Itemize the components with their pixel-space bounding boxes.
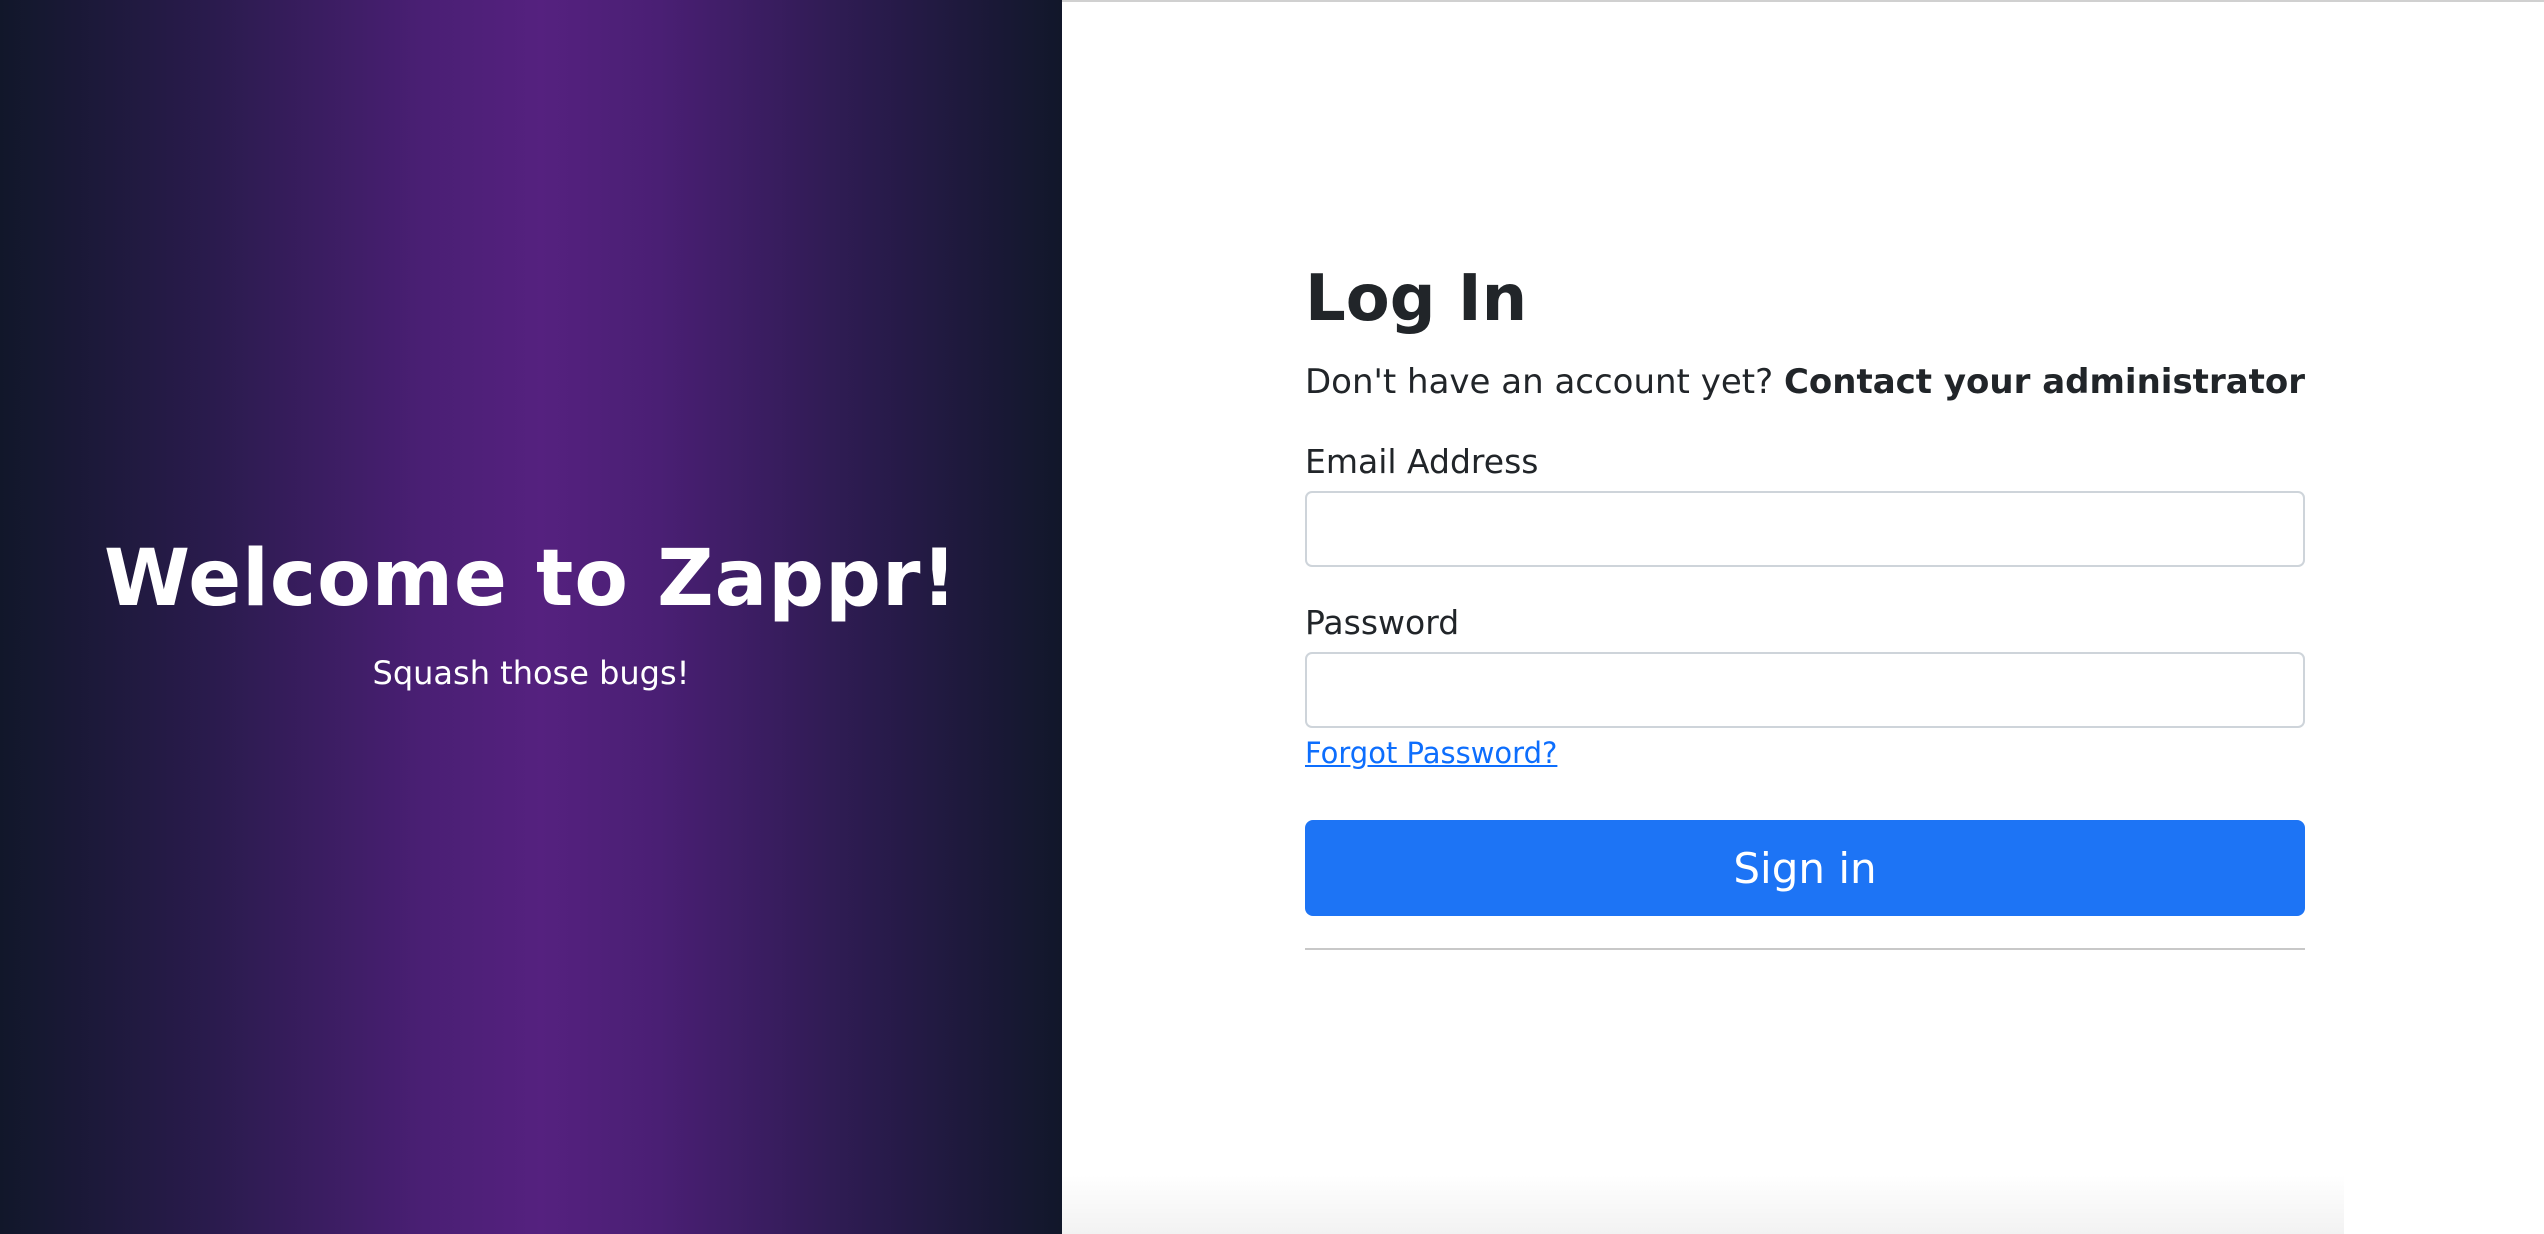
no-account-text: Don't have an account yet? xyxy=(1305,362,1774,403)
contact-administrator-text: Contact your administrator xyxy=(1783,362,2306,403)
form-divider xyxy=(1305,948,2305,951)
welcome-hero-panel: Welcome to Zappr! Squash those bugs! xyxy=(0,0,1062,1234)
hero-title: Welcome to Zappr! xyxy=(104,534,958,624)
login-page: Welcome to Zappr! Squash those bugs! Log… xyxy=(0,0,2544,1234)
email-label: Email Address xyxy=(1305,442,1539,482)
sign-in-button[interactable]: Sign in xyxy=(1305,820,2305,917)
email-input[interactable] xyxy=(1305,491,2305,568)
no-account-row: Don't have an account yet? Contact your … xyxy=(1305,362,2305,402)
password-label: Password xyxy=(1305,603,1460,643)
hero-subtitle: Squash those bugs! xyxy=(372,654,690,692)
password-input[interactable] xyxy=(1305,652,2305,729)
login-form: Log In Don't have an account yet? Contac… xyxy=(1305,262,2305,951)
bottom-shadow xyxy=(1062,1174,2344,1234)
login-title: Log In xyxy=(1305,262,1528,336)
forgot-password-link[interactable]: Forgot Password? xyxy=(1305,736,1557,770)
login-panel: Log In Don't have an account yet? Contac… xyxy=(1062,0,2544,1234)
